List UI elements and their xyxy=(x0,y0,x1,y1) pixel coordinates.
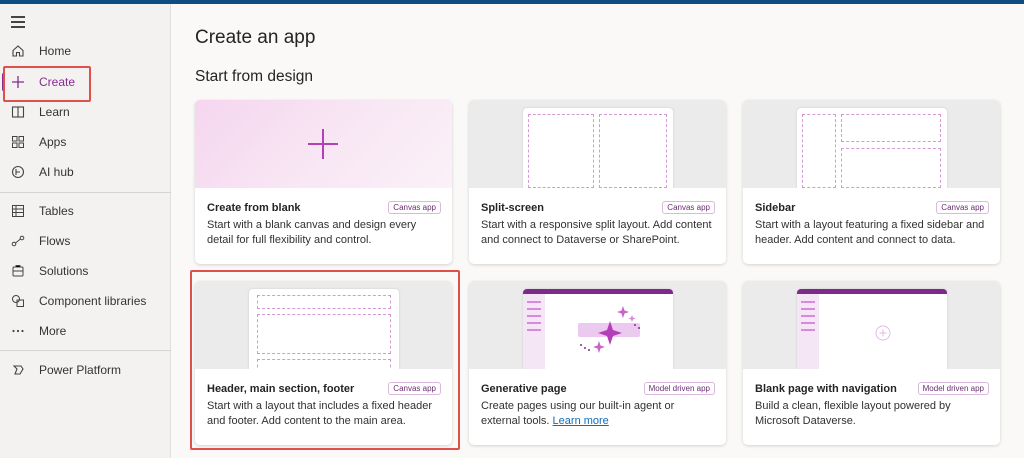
app-type-badge: Canvas app xyxy=(388,201,441,214)
card-description: Start with a blank canvas and design eve… xyxy=(207,219,417,246)
card-title: Blank page with navigation xyxy=(755,383,897,395)
section-title: Start from design xyxy=(195,68,314,85)
card-description: Build a clean, flexible layout powered b… xyxy=(755,400,951,427)
power-platform-icon xyxy=(10,362,26,378)
card-thumbnail xyxy=(195,100,452,188)
card-create-from-blank[interactable]: Create from blank Canvas app Start with … xyxy=(195,100,452,264)
layout-preview xyxy=(523,289,673,369)
left-navigation: Home Create Learn Apps AI hub Tables Flo… xyxy=(0,4,171,458)
sparkle-icon xyxy=(580,306,640,353)
card-title: Sidebar xyxy=(755,202,796,214)
add-circle-icon xyxy=(875,325,891,341)
card-blank-page-with-navigation[interactable]: Blank page with navigation Model driven … xyxy=(743,281,1000,445)
sidebar-item-label: Power Platform xyxy=(39,363,122,377)
page-title: Create an app xyxy=(195,27,316,48)
sidebar-item-label: Solutions xyxy=(39,264,89,278)
learn-more-link[interactable]: Learn more xyxy=(553,415,609,427)
home-icon xyxy=(10,43,26,59)
hamburger-menu-icon[interactable] xyxy=(11,16,25,31)
sidebar-item-solutions[interactable]: Solutions xyxy=(0,256,171,286)
flows-icon xyxy=(10,233,26,249)
sidebar-item-label: Component libraries xyxy=(39,294,147,308)
card-thumbnail xyxy=(743,281,1000,369)
sidebar-item-power-platform[interactable]: Power Platform xyxy=(0,355,171,385)
sidebar-item-label: Learn xyxy=(39,105,70,119)
sidebar-item-more[interactable]: More xyxy=(0,316,171,346)
sidebar-item-label: Apps xyxy=(39,135,67,149)
sidebar-item-flows[interactable]: Flows xyxy=(0,226,171,256)
app-type-badge: Canvas app xyxy=(662,201,715,214)
sidebar-item-component-libraries[interactable]: Component libraries xyxy=(0,286,171,316)
layout-preview xyxy=(523,108,673,188)
card-title: Split-screen xyxy=(481,202,544,214)
sidebar-item-label: Tables xyxy=(39,204,74,218)
sidebar-item-label: AI hub xyxy=(39,165,74,179)
sidebar-item-learn[interactable]: Learn xyxy=(0,97,171,127)
solutions-icon xyxy=(10,263,26,279)
card-thumbnail xyxy=(469,100,726,188)
app-type-badge: Canvas app xyxy=(936,201,989,214)
sidebar-item-apps[interactable]: Apps xyxy=(0,127,171,157)
app-type-badge: Model driven app xyxy=(917,382,989,395)
card-description: Create pages using our built-in agent or… xyxy=(481,399,716,429)
card-description: Start with a layout featuring a fixed si… xyxy=(755,219,985,246)
plus-icon xyxy=(308,129,338,159)
card-thumbnail xyxy=(743,100,1000,188)
card-title: Generative page xyxy=(481,383,567,395)
card-description: Start with a responsive split layout. Ad… xyxy=(481,219,712,246)
book-icon xyxy=(10,104,26,120)
card-title: Create from blank xyxy=(207,202,301,214)
sidebar-item-tables[interactable]: Tables xyxy=(0,196,171,226)
layout-preview xyxy=(797,289,947,369)
card-thumbnail xyxy=(469,281,726,369)
sidebar-divider xyxy=(0,350,171,351)
highlight-box-header-main-footer xyxy=(190,270,460,450)
card-sidebar[interactable]: Sidebar Canvas app Start with a layout f… xyxy=(743,100,1000,264)
sidebar-item-home[interactable]: Home xyxy=(0,36,171,66)
card-generative-page[interactable]: Generative page Model driven app Create … xyxy=(469,281,726,445)
ai-hub-icon xyxy=(10,164,26,180)
table-icon xyxy=(10,203,26,219)
sidebar-item-label: Home xyxy=(39,44,72,58)
app-type-badge: Model driven app xyxy=(643,382,715,395)
component-icon xyxy=(10,293,26,309)
sidebar-item-label: Flows xyxy=(39,234,71,248)
sidebar-item-label: More xyxy=(39,324,67,338)
sidebar-item-ai-hub[interactable]: AI hub xyxy=(0,157,171,187)
apps-icon xyxy=(10,134,26,150)
layout-preview xyxy=(797,108,947,188)
sidebar-divider xyxy=(0,192,171,193)
card-split-screen[interactable]: Split-screen Canvas app Start with a res… xyxy=(469,100,726,264)
more-icon xyxy=(10,323,26,339)
